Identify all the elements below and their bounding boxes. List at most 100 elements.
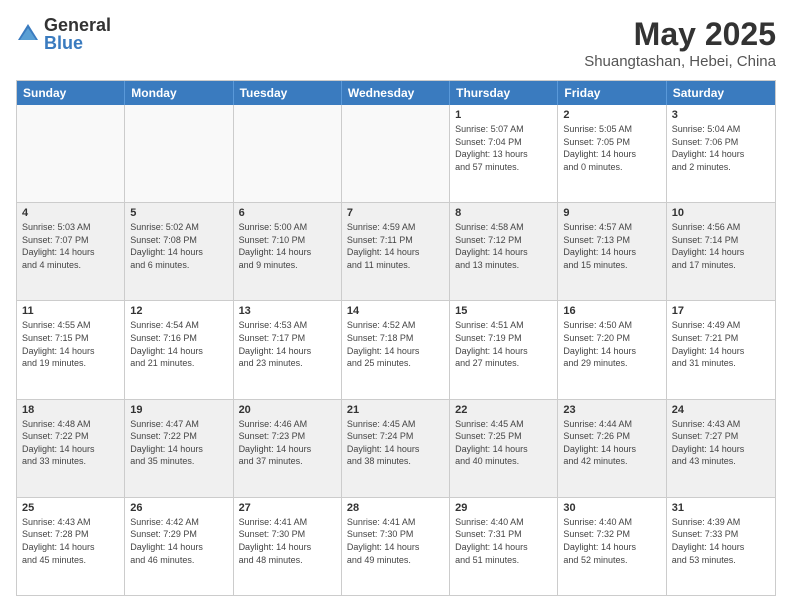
calendar-header: SundayMondayTuesdayWednesdayThursdayFrid… [17,81,775,105]
day-number: 12 [130,305,227,317]
day-number: 22 [455,404,552,416]
calendar-cell: 2Sunrise: 5:05 AM Sunset: 7:05 PM Daylig… [558,105,666,202]
calendar-cell [17,105,125,202]
day-info: Sunrise: 4:52 AM Sunset: 7:18 PM Dayligh… [347,319,444,369]
calendar-row: 4 Sunrise: 5:03 AM Sunset: 7:07 PM Daylig… [17,203,775,301]
day-number: 23 [563,404,660,416]
day-info: Sunrise: 4:48 AM Sunset: 7:22 PM Dayligh… [22,418,119,468]
calendar-header-day: Saturday [667,81,775,105]
day-number: 17 [672,305,770,317]
day-info: Sunrise: 5:07 AM Sunset: 7:04 PM Dayligh… [455,123,552,173]
calendar-cell: 6 Sunrise: 5:00 AM Sunset: 7:10 PM Daylig… [234,203,342,300]
day-info: Sunrise: 5:04 AM Sunset: 7:06 PM Dayligh… [672,123,770,173]
day-info: Sunrise: 5:02 AM Sunset: 7:08 PM Dayligh… [130,221,227,271]
day-info: Sunrise: 5:00 AM Sunset: 7:10 PM Dayligh… [239,221,336,271]
day-number: 31 [672,502,770,514]
calendar-cell: 5 Sunrise: 5:02 AM Sunset: 7:08 PM Daylig… [125,203,233,300]
calendar-cell: 29 Sunrise: 4:40 AM Sunset: 7:31 PM Dayli… [450,498,558,595]
calendar-cell: 24 Sunrise: 4:43 AM Sunset: 7:27 PM Dayli… [667,400,775,497]
header: General Blue May 2025 Shuangtashan, Hebe… [16,16,776,70]
main-title: May 2025 [584,16,776,53]
calendar-cell: 18 Sunrise: 4:48 AM Sunset: 7:22 PM Dayli… [17,400,125,497]
day-info: Sunrise: 4:42 AM Sunset: 7:29 PM Dayligh… [130,516,227,566]
day-number: 9 [563,207,660,219]
day-number: 24 [672,404,770,416]
calendar-cell [234,105,342,202]
calendar: SundayMondayTuesdayWednesdayThursdayFrid… [16,80,776,596]
day-number: 1 [455,109,552,121]
calendar-cell: 4 Sunrise: 5:03 AM Sunset: 7:07 PM Daylig… [17,203,125,300]
day-info: Sunrise: 4:47 AM Sunset: 7:22 PM Dayligh… [130,418,227,468]
day-number: 21 [347,404,444,416]
day-info: Sunrise: 4:49 AM Sunset: 7:21 PM Dayligh… [672,319,770,369]
logo-icon [16,22,40,46]
calendar-cell [125,105,233,202]
day-number: 20 [239,404,336,416]
day-number: 18 [22,404,119,416]
day-info: Sunrise: 4:45 AM Sunset: 7:25 PM Dayligh… [455,418,552,468]
day-info: Sunrise: 5:03 AM Sunset: 7:07 PM Dayligh… [22,221,119,271]
day-info: Sunrise: 4:54 AM Sunset: 7:16 PM Dayligh… [130,319,227,369]
day-number: 27 [239,502,336,514]
calendar-header-day: Friday [558,81,666,105]
day-info: Sunrise: 5:05 AM Sunset: 7:05 PM Dayligh… [563,123,660,173]
subtitle: Shuangtashan, Hebei, China [584,53,776,70]
day-info: Sunrise: 4:58 AM Sunset: 7:12 PM Dayligh… [455,221,552,271]
calendar-cell: 12 Sunrise: 4:54 AM Sunset: 7:16 PM Dayli… [125,301,233,398]
day-info: Sunrise: 4:46 AM Sunset: 7:23 PM Dayligh… [239,418,336,468]
calendar-cell: 10 Sunrise: 4:56 AM Sunset: 7:14 PM Dayli… [667,203,775,300]
calendar-row: 1 Sunrise: 5:07 AM Sunset: 7:04 PM Daylig… [17,105,775,203]
day-info: Sunrise: 4:56 AM Sunset: 7:14 PM Dayligh… [672,221,770,271]
calendar-cell: 17 Sunrise: 4:49 AM Sunset: 7:21 PM Dayli… [667,301,775,398]
calendar-cell: 25 Sunrise: 4:43 AM Sunset: 7:28 PM Dayli… [17,498,125,595]
day-number: 19 [130,404,227,416]
day-number: 8 [455,207,552,219]
calendar-header-day: Thursday [450,81,558,105]
title-block: May 2025 Shuangtashan, Hebei, China [584,16,776,70]
calendar-cell: 8 Sunrise: 4:58 AM Sunset: 7:12 PM Daylig… [450,203,558,300]
day-number: 26 [130,502,227,514]
calendar-cell: 23 Sunrise: 4:44 AM Sunset: 7:26 PM Dayli… [558,400,666,497]
calendar-cell: 7 Sunrise: 4:59 AM Sunset: 7:11 PM Daylig… [342,203,450,300]
page: General Blue May 2025 Shuangtashan, Hebe… [0,0,792,612]
day-info: Sunrise: 4:57 AM Sunset: 7:13 PM Dayligh… [563,221,660,271]
calendar-cell: 14 Sunrise: 4:52 AM Sunset: 7:18 PM Dayli… [342,301,450,398]
day-info: Sunrise: 4:39 AM Sunset: 7:33 PM Dayligh… [672,516,770,566]
day-info: Sunrise: 4:59 AM Sunset: 7:11 PM Dayligh… [347,221,444,271]
calendar-body: 1 Sunrise: 5:07 AM Sunset: 7:04 PM Daylig… [17,105,775,595]
day-number: 14 [347,305,444,317]
calendar-header-day: Sunday [17,81,125,105]
calendar-cell: 3 Sunrise: 5:04 AM Sunset: 7:06 PM Daylig… [667,105,775,202]
day-info: Sunrise: 4:44 AM Sunset: 7:26 PM Dayligh… [563,418,660,468]
day-number: 16 [563,305,660,317]
calendar-cell [342,105,450,202]
day-number: 25 [22,502,119,514]
calendar-cell: 11Sunrise: 4:55 AM Sunset: 7:15 PM Dayli… [17,301,125,398]
calendar-cell: 16Sunrise: 4:50 AM Sunset: 7:20 PM Dayli… [558,301,666,398]
day-number: 30 [563,502,660,514]
day-info: Sunrise: 4:51 AM Sunset: 7:19 PM Dayligh… [455,319,552,369]
day-number: 15 [455,305,552,317]
day-number: 13 [239,305,336,317]
day-number: 28 [347,502,444,514]
day-info: Sunrise: 4:43 AM Sunset: 7:28 PM Dayligh… [22,516,119,566]
day-info: Sunrise: 4:43 AM Sunset: 7:27 PM Dayligh… [672,418,770,468]
day-info: Sunrise: 4:55 AM Sunset: 7:15 PM Dayligh… [22,319,119,369]
day-info: Sunrise: 4:53 AM Sunset: 7:17 PM Dayligh… [239,319,336,369]
calendar-cell: 20 Sunrise: 4:46 AM Sunset: 7:23 PM Dayli… [234,400,342,497]
day-number: 10 [672,207,770,219]
logo-blue: Blue [44,34,111,52]
calendar-cell: 31 Sunrise: 4:39 AM Sunset: 7:33 PM Dayli… [667,498,775,595]
day-info: Sunrise: 4:40 AM Sunset: 7:31 PM Dayligh… [455,516,552,566]
day-number: 4 [22,207,119,219]
day-info: Sunrise: 4:41 AM Sunset: 7:30 PM Dayligh… [239,516,336,566]
day-number: 6 [239,207,336,219]
day-number: 3 [672,109,770,121]
day-number: 7 [347,207,444,219]
day-info: Sunrise: 4:41 AM Sunset: 7:30 PM Dayligh… [347,516,444,566]
calendar-header-day: Tuesday [234,81,342,105]
day-info: Sunrise: 4:40 AM Sunset: 7:32 PM Dayligh… [563,516,660,566]
day-number: 29 [455,502,552,514]
day-number: 5 [130,207,227,219]
calendar-cell: 15 Sunrise: 4:51 AM Sunset: 7:19 PM Dayli… [450,301,558,398]
